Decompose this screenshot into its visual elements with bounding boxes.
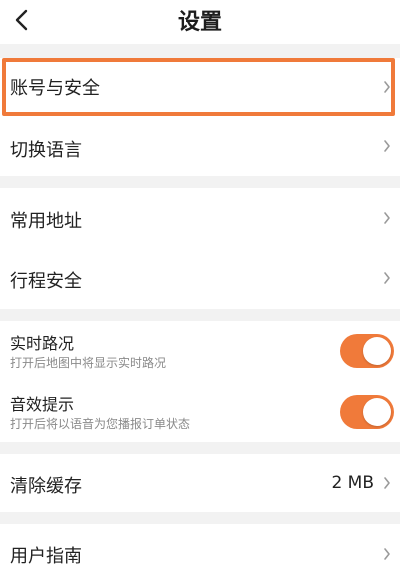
settings-group-cache: 清除缓存 2 MB [0,454,400,512]
row-clear-cache[interactable]: 清除缓存 2 MB [0,454,400,512]
chevron-right-icon [382,79,392,95]
page-title: 设置 [177,10,222,35]
row-realtime-traffic: 实时路况 打开后地图中将显示实时路况 [0,321,400,381]
row-label: 音效提示 [10,395,75,414]
row-label: 清除缓存 [10,476,82,497]
settings-group-account: 账号与安全 切换语言 [0,58,400,176]
row-common-address[interactable]: 常用地址 [0,188,400,248]
row-description: 打开后地图中将显示实时路况 [10,356,167,370]
row-description: 打开后将以语音为您播报订单状态 [10,417,191,431]
realtime-traffic-toggle[interactable] [340,334,394,368]
row-user-guide[interactable]: 用户指南 [0,524,400,575]
settings-group-places: 常用地址 行程安全 [0,188,400,309]
cache-size-value: 2 MB [331,473,374,493]
row-label: 切换语言 [10,140,82,161]
row-label: 实时路况 [10,334,75,353]
row-label: 账号与安全 [10,78,100,99]
row-account-security[interactable]: 账号与安全 [0,58,400,116]
row-sound-prompt: 音效提示 打开后将以语音为您播报订单状态 [0,382,400,442]
toggle-knob [363,398,391,426]
chevron-right-icon [382,270,392,286]
row-label: 常用地址 [10,211,82,232]
row-switch-language[interactable]: 切换语言 [0,117,400,176]
chevron-right-icon [382,138,392,154]
sound-prompt-toggle[interactable] [340,395,394,429]
chevron-right-icon [382,210,392,226]
chevron-right-icon [382,475,392,491]
row-label: 用户指南 [10,546,82,567]
top-bar: 设置 [0,0,400,44]
row-label: 行程安全 [10,271,82,292]
settings-group-help: 用户指南 [0,524,400,575]
chevron-right-icon [382,546,392,562]
row-trip-safety[interactable]: 行程安全 [0,249,400,309]
settings-group-toggles: 实时路况 打开后地图中将显示实时路况 音效提示 打开后将以语音为您播报订单状态 [0,321,400,442]
toggle-knob [363,337,391,365]
